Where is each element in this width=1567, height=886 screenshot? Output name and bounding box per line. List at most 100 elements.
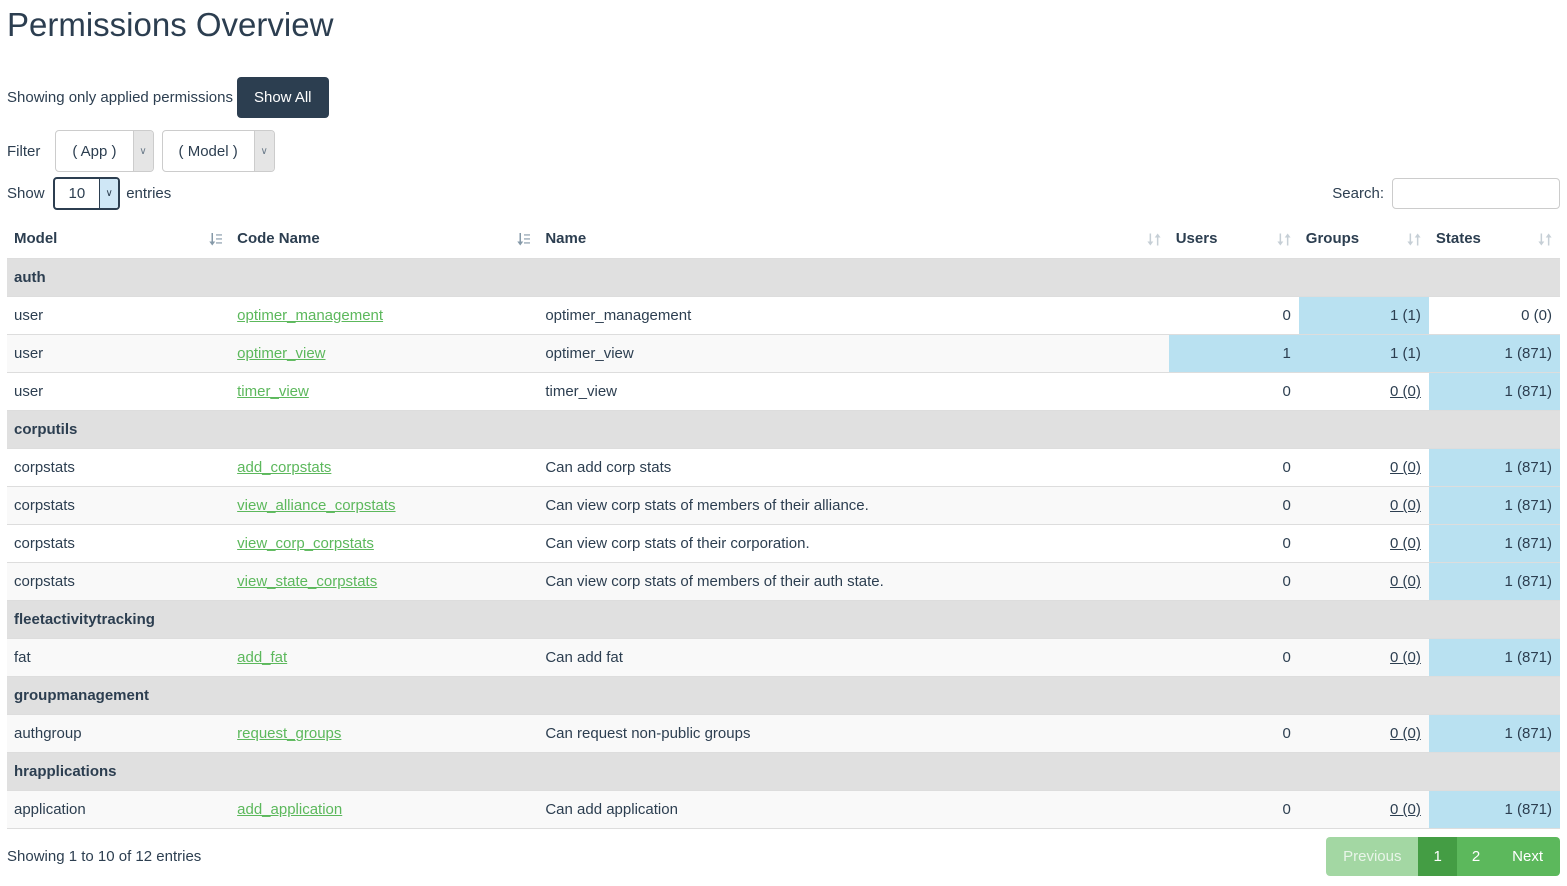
groups-count-cell: 0 (0) — [1299, 449, 1429, 487]
toolbar-note-row: Showing only applied permissions Show Al… — [7, 77, 1560, 118]
states-count-cell: 1 (871) — [1429, 525, 1560, 563]
table-row: user optimer_management optimer_management… — [7, 297, 1560, 335]
model-cell: user — [7, 297, 230, 335]
code-name-cell: add_application — [230, 791, 538, 829]
table-row: usertimer_viewtimer_view00 (0)1 (871) — [7, 373, 1560, 411]
groups-count-cell: 0 (0) — [1299, 525, 1429, 563]
column-header-name[interactable]: Name — [538, 222, 1168, 259]
code-name-link[interactable]: view_alliance_corpstats — [237, 497, 395, 514]
name-cell: Can view corp stats of their corporation… — [538, 525, 1168, 563]
users-count-cell: 0 — [1169, 639, 1299, 677]
states-count-cell: 1 (871) — [1429, 449, 1560, 487]
entries-label: entries — [126, 185, 171, 202]
groups-count-cell: 0 (0) — [1299, 563, 1429, 601]
users-count-cell: 0 — [1169, 563, 1299, 601]
code-name-link[interactable]: optimer_management — [237, 307, 383, 324]
entries-control: Show 10 ∨ entries — [7, 177, 171, 210]
column-header-code-name[interactable]: Code Name — [230, 222, 538, 259]
code-name-cell: optimer_view — [230, 335, 538, 373]
states-count-cell: 1 (871) — [1429, 373, 1560, 411]
groups-count-link[interactable]: 0 (0) — [1390, 801, 1421, 818]
table-row: useroptimer_viewoptimer_view11 (1)1 (871… — [7, 335, 1560, 373]
chevron-down-icon: ∨ — [99, 179, 118, 208]
model-cell: fat — [7, 639, 230, 677]
search-label: Search: — [1332, 185, 1384, 202]
code-name-cell: view_alliance_corpstats — [230, 487, 538, 525]
column-label: Model — [14, 230, 57, 247]
column-header-states[interactable]: States — [1429, 222, 1560, 259]
code-name-link[interactable]: add_application — [237, 801, 342, 818]
app-filter-value: ( App ) — [56, 131, 132, 171]
entries-info: Showing 1 to 10 of 12 entries — [7, 848, 201, 865]
show-label: Show — [7, 185, 45, 202]
code-name-link[interactable]: optimer_view — [237, 345, 325, 362]
groups-count-link[interactable]: 0 (0) — [1390, 649, 1421, 666]
filter-row: Filter ( App ) ∨ ( Model ) ∨ — [7, 130, 1560, 172]
showing-note: Showing only applied permissions — [7, 89, 233, 106]
table-row: fatadd_fatCan add fat00 (0)1 (871) — [7, 639, 1560, 677]
column-header-groups[interactable]: Groups — [1299, 222, 1429, 259]
groups-count-link[interactable]: 0 (0) — [1390, 535, 1421, 552]
page-title: Permissions Overview — [7, 6, 1560, 44]
users-count-cell: 0 — [1169, 715, 1299, 753]
code-name-link[interactable]: add_fat — [237, 649, 287, 666]
pagination-next-button[interactable]: Next — [1495, 837, 1560, 876]
column-label: Code Name — [237, 230, 320, 247]
entries-search-row: Show 10 ∨ entries Search: — [7, 177, 1560, 210]
code-name-link[interactable]: view_corp_corpstats — [237, 535, 374, 552]
model-cell: application — [7, 791, 230, 829]
pagination-page-2[interactable]: 2 — [1457, 837, 1495, 876]
permissions-overview-page: Permissions Overview Showing only applie… — [0, 0, 1567, 886]
users-count-cell: 0 — [1169, 297, 1299, 335]
states-count-cell: 1 (871) — [1429, 487, 1560, 525]
column-label: Name — [545, 230, 586, 247]
column-label: Users — [1176, 230, 1218, 247]
search-input[interactable] — [1392, 178, 1560, 209]
code-name-link[interactable]: request_groups — [237, 725, 341, 742]
group-header-row: hrapplications — [7, 753, 1560, 791]
column-label: States — [1436, 230, 1481, 247]
model-filter-select[interactable]: ( Model ) ∨ — [162, 130, 275, 172]
groups-count-link[interactable]: 0 (0) — [1390, 725, 1421, 742]
code-name-link[interactable]: timer_view — [237, 383, 309, 400]
states-count-cell: 1 (871) — [1429, 791, 1560, 829]
code-name-cell: view_state_corpstats — [230, 563, 538, 601]
show-all-button[interactable]: Show All — [237, 77, 329, 118]
code-name-cell: add_fat — [230, 639, 538, 677]
table-footer: Showing 1 to 10 of 12 entries Previous12… — [7, 837, 1560, 876]
name-cell: Can add application — [538, 791, 1168, 829]
name-cell: Can view corp stats of members of their … — [538, 487, 1168, 525]
column-header-users[interactable]: Users — [1169, 222, 1299, 259]
sort-both-icon — [1146, 232, 1162, 247]
chevron-down-icon: ∨ — [133, 131, 153, 171]
search-control: Search: — [1332, 178, 1560, 209]
groups-count-link[interactable]: 0 (0) — [1390, 573, 1421, 590]
app-filter-select[interactable]: ( App ) ∨ — [55, 130, 153, 172]
entries-length-select[interactable]: 10 ∨ — [53, 177, 121, 210]
name-cell: optimer_management — [538, 297, 1168, 335]
chevron-down-icon: ∨ — [254, 131, 274, 171]
groups-count-link[interactable]: 0 (0) — [1390, 497, 1421, 514]
filter-label: Filter — [7, 143, 40, 160]
code-name-cell: optimer_management — [230, 297, 538, 335]
column-header-model[interactable]: Model — [7, 222, 230, 259]
group-name: auth — [7, 259, 1560, 297]
code-name-link[interactable]: add_corpstats — [237, 459, 331, 476]
sort-amount-asc-icon — [207, 232, 223, 247]
users-count-cell: 0 — [1169, 525, 1299, 563]
groups-count-link[interactable]: 0 (0) — [1390, 459, 1421, 476]
pagination: Previous12Next — [1326, 837, 1560, 876]
pagination-previous-button[interactable]: Previous — [1326, 837, 1418, 876]
states-count-cell: 1 (871) — [1429, 715, 1560, 753]
group-name: corputils — [7, 411, 1560, 449]
table-row: application add_application Can add applic… — [7, 791, 1560, 829]
entries-length-value: 10 — [55, 179, 100, 208]
groups-count-cell: 0 (0) — [1299, 715, 1429, 753]
pagination-page-1[interactable]: 1 — [1418, 837, 1456, 876]
groups-count-cell: 0 (0) — [1299, 791, 1429, 829]
code-name-link[interactable]: view_state_corpstats — [237, 573, 377, 590]
model-cell: corpstats — [7, 487, 230, 525]
model-cell: user — [7, 335, 230, 373]
groups-count-link[interactable]: 0 (0) — [1390, 383, 1421, 400]
permissions-table-header: Model Code Name Name Users Groups States — [7, 222, 1560, 259]
